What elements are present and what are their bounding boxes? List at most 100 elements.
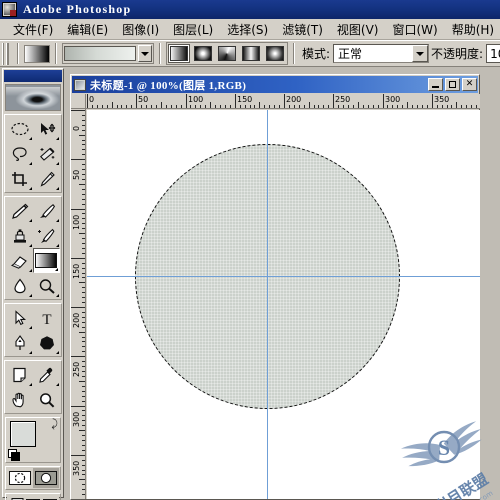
ruler-tick — [245, 105, 246, 108]
dodge-tool[interactable] — [33, 273, 60, 298]
ruler-tick — [82, 415, 85, 416]
healing-brush-tool[interactable] — [6, 198, 33, 223]
tool-flyout-triangle-icon — [29, 219, 32, 222]
ruler-tick — [79, 184, 85, 185]
type-tool[interactable]: T — [33, 305, 60, 330]
lasso-tool[interactable] — [6, 141, 33, 166]
ruler-tick — [82, 154, 85, 155]
ruler-tick — [417, 105, 418, 108]
zoom-tool[interactable] — [33, 387, 60, 412]
eyedropper-tool[interactable] — [33, 362, 60, 387]
gradient-tool-icon[interactable] — [24, 44, 50, 63]
ruler-tick — [82, 312, 85, 313]
gradient-preview-swatch[interactable] — [64, 46, 136, 61]
ruler-label: 250 — [72, 361, 81, 377]
clone-stamp-tool[interactable] — [6, 223, 33, 248]
menu-filter[interactable]: 滤镜(T) — [275, 19, 330, 40]
magic-wand-tool[interactable] — [33, 141, 60, 166]
tool-group-vector: T — [4, 303, 62, 357]
ruler-tick — [447, 105, 448, 108]
gradient-tool[interactable] — [32, 248, 60, 273]
move-tool[interactable] — [33, 116, 60, 141]
standard-mode-button[interactable] — [7, 468, 33, 488]
horizontal-guide[interactable] — [87, 276, 480, 277]
ruler-tick — [82, 410, 85, 411]
ruler-label: 150 — [72, 263, 81, 279]
brush-tool[interactable] — [33, 198, 60, 223]
ruler-tick — [79, 282, 85, 283]
diamond-gradient-button[interactable] — [264, 44, 286, 63]
gradient-picker[interactable] — [62, 43, 154, 64]
reflected-gradient-button[interactable] — [240, 44, 262, 63]
shape-tool[interactable] — [33, 330, 60, 355]
toolbox-titlebar[interactable] — [4, 70, 62, 82]
ruler-tick — [254, 105, 255, 108]
menu-select[interactable]: 选择(S) — [220, 19, 275, 40]
default-colors-icon[interactable] — [8, 449, 20, 461]
image-canvas[interactable] — [87, 110, 480, 499]
ruler-label: 100 — [72, 214, 81, 230]
menu-image[interactable]: 图像(I) — [115, 19, 166, 40]
blend-mode-value: 正常 — [338, 47, 363, 61]
blur-tool[interactable] — [6, 273, 33, 298]
vertical-ruler[interactable]: 0 50 100 150 200 250 300 350 — [71, 109, 86, 499]
history-brush-tool[interactable] — [33, 223, 60, 248]
slice-tool[interactable] — [33, 166, 60, 191]
ruler-tick — [82, 218, 85, 219]
menu-window[interactable]: 窗口(W) — [385, 19, 444, 40]
menu-layer[interactable]: 图层(L) — [166, 19, 220, 40]
ruler-tick — [131, 105, 132, 108]
path-selection-tool[interactable] — [6, 305, 33, 330]
fullscreen-with-menubar-button[interactable] — [24, 495, 42, 500]
angle-gradient-button[interactable] — [216, 44, 238, 63]
document-titlebar[interactable]: 未标题-1 @ 100%(图层 1,RGB) ✕ — [72, 76, 478, 93]
ruler-tick — [387, 105, 388, 108]
horizontal-ruler[interactable]: 0 50 100 150 200 250 300 350 — [86, 94, 480, 109]
menu-view[interactable]: 视图(V) — [330, 19, 386, 40]
ruler-tick — [181, 105, 182, 108]
menu-edit[interactable]: 编辑(E) — [60, 19, 115, 40]
blend-mode-chevron-down-icon[interactable] — [412, 45, 429, 62]
tool-flyout-triangle-icon — [56, 187, 59, 190]
menu-file[interactable]: 文件(F) — [6, 19, 60, 40]
ruler-label: 0 — [72, 125, 81, 131]
ruler-tick — [225, 105, 226, 108]
ruler-tick — [141, 105, 142, 108]
ruler-tick — [284, 94, 285, 108]
quick-mask-mode-button[interactable] — [33, 468, 59, 488]
ruler-tick — [71, 209, 85, 210]
ruler-tick — [264, 105, 265, 108]
marquee-tool[interactable] — [6, 116, 33, 141]
ruler-tick — [304, 105, 305, 108]
tool-flyout-triangle-icon — [29, 137, 32, 140]
swap-colors-icon[interactable]: ⤸ — [51, 419, 58, 430]
document-title: 未标题-1 @ 100%(图层 1,RGB) — [90, 79, 247, 92]
ruler-tick — [82, 376, 85, 377]
opacity-input[interactable]: 100 — [486, 44, 500, 63]
crop-tool[interactable] — [6, 166, 33, 191]
standard-screen-mode-button[interactable] — [7, 495, 25, 500]
ruler-tick — [82, 223, 85, 224]
gradient-picker-chevron-down-icon[interactable] — [138, 45, 152, 62]
linear-gradient-button[interactable] — [168, 44, 190, 63]
vertical-guide[interactable] — [267, 110, 268, 499]
foreground-color-swatch[interactable] — [10, 421, 36, 447]
ruler-corner[interactable] — [71, 94, 86, 109]
ruler-label: 50 — [72, 169, 81, 180]
menu-help[interactable]: 帮助(H) — [445, 19, 500, 40]
close-button[interactable]: ✕ — [462, 78, 477, 91]
ruler-tick — [82, 396, 85, 397]
minimize-button[interactable] — [428, 78, 443, 91]
pen-tool[interactable] — [6, 330, 33, 355]
fullscreen-mode-button[interactable] — [41, 495, 59, 500]
eraser-tool[interactable] — [6, 248, 33, 273]
blend-mode-select[interactable]: 正常 — [333, 44, 430, 63]
ruler-tick — [82, 189, 85, 190]
radial-gradient-button[interactable] — [192, 44, 214, 63]
options-bar-grip[interactable] — [2, 42, 9, 65]
hand-tool[interactable] — [6, 387, 33, 412]
notes-tool[interactable] — [6, 362, 33, 387]
ruler-tick — [156, 105, 157, 108]
ruler-tick — [240, 105, 241, 108]
maximize-button[interactable] — [445, 78, 460, 91]
